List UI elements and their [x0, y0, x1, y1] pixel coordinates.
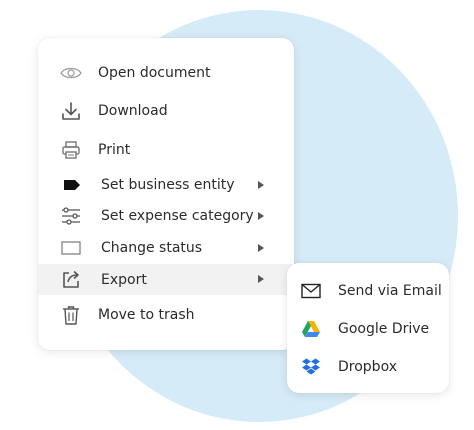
tag-icon: [63, 179, 81, 191]
share-icon: [61, 269, 81, 289]
export-submenu: Send via Email Google Drive Dropbox: [287, 263, 449, 393]
submenu-item-dropbox[interactable]: Dropbox: [287, 350, 449, 384]
menu-item-set-business-entity[interactable]: Set business entity: [38, 171, 294, 199]
menu-item-label: Print: [98, 142, 131, 158]
menu-item-open-document[interactable]: Open document: [38, 58, 294, 88]
menu-item-label: Export: [101, 271, 147, 288]
menu-item-label: Change status: [101, 240, 203, 256]
envelope-icon: [301, 281, 321, 301]
chevron-right-icon: [258, 181, 264, 189]
download-icon: [61, 101, 81, 121]
menu-item-label: Move to trash: [98, 307, 195, 323]
menu-item-label: Set expense category: [101, 208, 254, 224]
chevron-right-icon: [258, 275, 264, 283]
google-drive-icon: [301, 319, 321, 339]
chevron-right-icon: [258, 212, 264, 220]
submenu-item-label: Google Drive: [338, 321, 430, 337]
menu-item-label: Set business entity: [101, 177, 235, 193]
menu-item-set-expense-category[interactable]: Set expense category: [38, 202, 294, 230]
menu-item-download[interactable]: Download: [38, 96, 294, 126]
status-box-icon: [61, 241, 81, 255]
menu-item-move-to-trash[interactable]: Move to trash: [38, 300, 294, 330]
chevron-right-icon: [258, 244, 264, 252]
menu-item-label: Open document: [98, 65, 211, 81]
menu-item-export[interactable]: Export: [38, 264, 294, 295]
stage: Open document Download Print Set busines…: [0, 0, 474, 430]
menu-item-print[interactable]: Print: [38, 135, 294, 165]
menu-item-change-status[interactable]: Change status: [38, 234, 294, 262]
printer-icon: [61, 140, 81, 160]
eye-icon: [60, 64, 82, 82]
trash-icon: [62, 305, 80, 325]
dropbox-icon: [301, 357, 321, 377]
submenu-item-label: Dropbox: [338, 359, 397, 375]
sliders-icon: [61, 207, 81, 225]
context-menu: Open document Download Print Set busines…: [38, 38, 294, 350]
submenu-item-send-via-email[interactable]: Send via Email: [287, 274, 449, 308]
submenu-item-label: Send via Email: [338, 283, 442, 299]
submenu-item-google-drive[interactable]: Google Drive: [287, 312, 449, 346]
menu-item-label: Download: [98, 103, 168, 119]
